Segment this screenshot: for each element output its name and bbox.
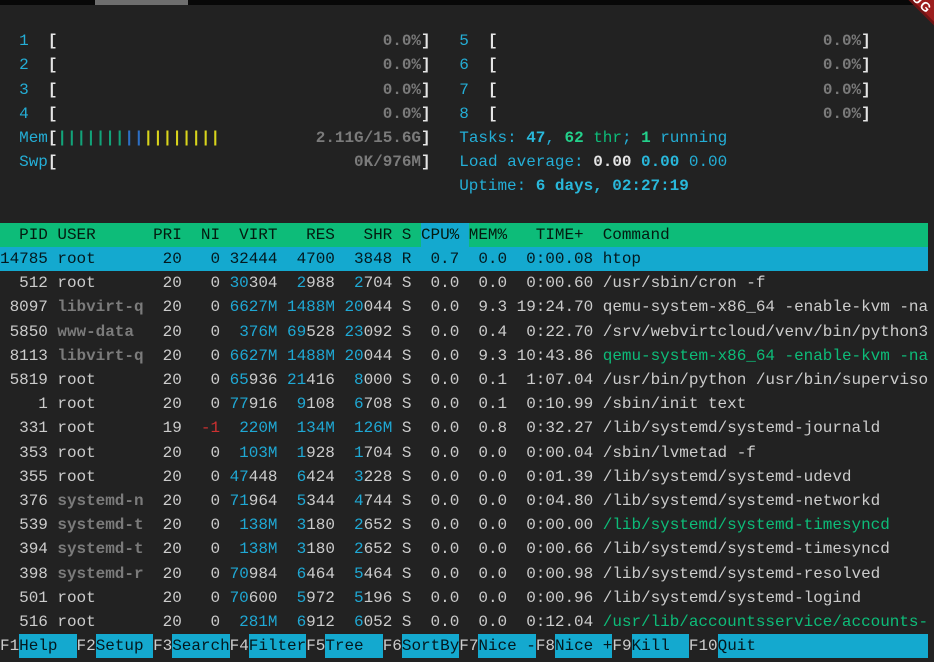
svg-text:DEBUG: DEBUG: [886, 0, 934, 17]
